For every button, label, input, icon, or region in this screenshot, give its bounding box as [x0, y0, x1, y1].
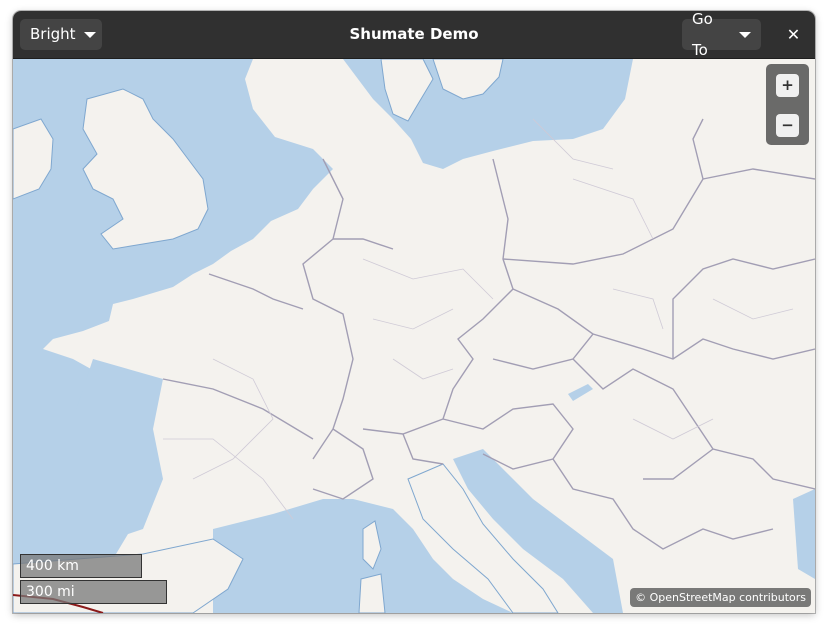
- map-canvas[interactable]: [13, 59, 815, 613]
- goto-dropdown[interactable]: Go To: [682, 11, 761, 59]
- scale-bar-imperial: 300 mi: [20, 580, 167, 604]
- zoom-in-button[interactable]: +: [776, 74, 799, 97]
- map-view[interactable]: + − 400 km 300 mi © OpenStreetMap contri…: [13, 59, 815, 613]
- attribution-text: © OpenStreetMap contributors: [635, 591, 806, 604]
- scale-bar-metric: 400 km: [20, 554, 142, 578]
- plus-icon: +: [781, 76, 794, 94]
- scale-metric-label: 400 km: [26, 558, 79, 574]
- style-dropdown[interactable]: Bright: [20, 19, 102, 50]
- chevron-down-icon: [83, 31, 96, 38]
- scale-imperial-label: 300 mi: [26, 584, 75, 600]
- zoom-controls: + −: [766, 64, 809, 145]
- minus-icon: −: [781, 116, 794, 134]
- style-dropdown-label: Bright: [30, 25, 76, 43]
- map-attribution[interactable]: © OpenStreetMap contributors: [630, 588, 811, 607]
- close-icon: ✕: [786, 25, 801, 44]
- close-button[interactable]: ✕: [778, 19, 809, 50]
- chevron-down-icon: [739, 31, 751, 38]
- sardinia: [358, 573, 386, 613]
- goto-dropdown-label: Go To: [692, 11, 713, 59]
- app-window: Bright Shumate Demo Go To ✕ + − 400 km 3…: [13, 11, 815, 613]
- header-bar: Bright Shumate Demo Go To ✕: [13, 11, 815, 59]
- zoom-out-button[interactable]: −: [776, 114, 799, 137]
